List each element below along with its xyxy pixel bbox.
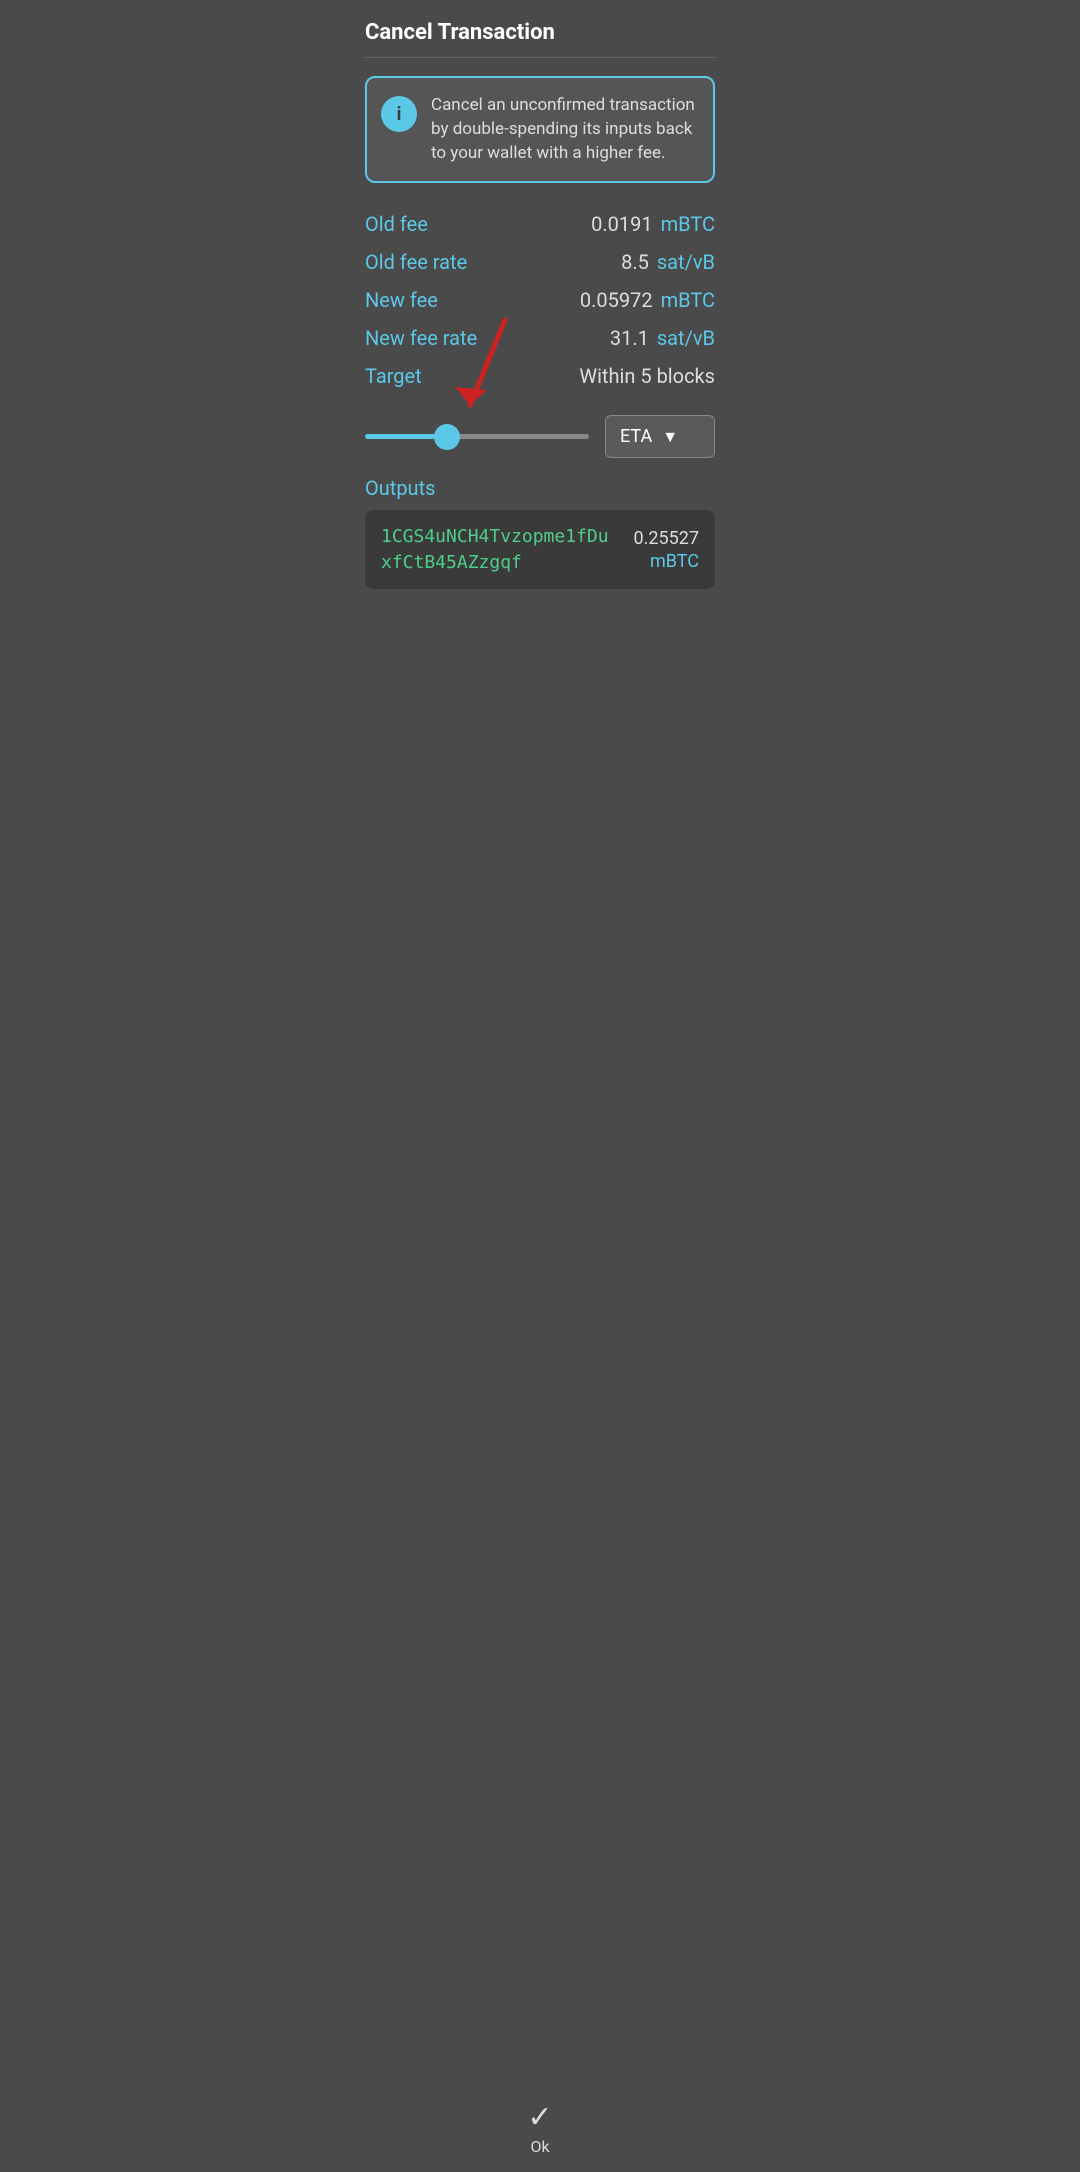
new-fee-amount: 0.05972 bbox=[580, 288, 653, 312]
page-container: Cancel Transaction i Cancel an unconfirm… bbox=[345, 0, 735, 870]
target-text: Within 5 blocks bbox=[579, 364, 715, 388]
output-address: 1CGS4uNCH4Tvzopme1fDuxfCtB45AZzgqf bbox=[381, 524, 624, 574]
output-value: 0.25527 bbox=[634, 528, 699, 549]
new-fee-rate-label: New fee rate bbox=[365, 326, 477, 350]
old-fee-amount: 0.0191 bbox=[591, 212, 652, 236]
info-icon: i bbox=[381, 96, 417, 132]
new-fee-rate-amount: 31.1 bbox=[610, 326, 649, 350]
outputs-section: Outputs 1CGS4uNCH4Tvzopme1fDuxfCtB45AZzg… bbox=[345, 466, 735, 588]
ok-label: Ok bbox=[530, 2137, 549, 2156]
output-box: 1CGS4uNCH4Tvzopme1fDuxfCtB45AZzgqf 0.255… bbox=[365, 510, 715, 588]
ok-section[interactable]: ✓ Ok bbox=[345, 2090, 735, 2172]
output-unit: mBTC bbox=[650, 551, 699, 572]
slider-section: ETA ▼ bbox=[345, 405, 735, 466]
old-fee-label: Old fee bbox=[365, 212, 428, 236]
info-text: Cancel an unconfirmed transaction by dou… bbox=[431, 94, 699, 165]
chevron-down-icon: ▼ bbox=[662, 427, 678, 447]
old-fee-unit: mBTC bbox=[661, 212, 715, 236]
target-label: Target bbox=[365, 364, 422, 388]
old-fee-rate-amount: 8.5 bbox=[621, 250, 649, 274]
output-amount: 0.25527 mBTC bbox=[634, 528, 699, 572]
checkmark-icon: ✓ bbox=[527, 2100, 552, 2135]
new-fee-value: 0.05972 mBTC bbox=[580, 288, 715, 312]
old-fee-value: 0.0191 mBTC bbox=[591, 212, 715, 236]
target-value: Within 5 blocks bbox=[579, 364, 715, 388]
fee-row-new-fee-rate: New fee rate 31.1 sat/vB bbox=[365, 319, 715, 357]
old-fee-rate-value: 8.5 sat/vB bbox=[621, 250, 715, 274]
new-fee-unit: mBTC bbox=[661, 288, 715, 312]
new-fee-rate-unit: sat/vB bbox=[657, 326, 715, 350]
fee-row-old-fee-rate: Old fee rate 8.5 sat/vB bbox=[365, 243, 715, 281]
fee-rate-slider[interactable] bbox=[365, 434, 589, 439]
new-fee-rate-value: 31.1 sat/vB bbox=[610, 326, 715, 350]
eta-dropdown-label: ETA bbox=[620, 426, 652, 447]
fee-row-target: Target Within 5 blocks bbox=[365, 357, 715, 395]
page-title: Cancel Transaction bbox=[365, 20, 715, 45]
fee-row-old-fee: Old fee 0.0191 mBTC bbox=[365, 205, 715, 243]
slider-row: ETA ▼ bbox=[365, 415, 715, 458]
fee-row-new-fee: New fee 0.05972 mBTC bbox=[365, 281, 715, 319]
fee-table: Old fee 0.0191 mBTC Old fee rate 8.5 sat… bbox=[345, 201, 735, 405]
slider-wrapper bbox=[365, 419, 589, 455]
slider-with-arrow: ETA ▼ bbox=[365, 415, 715, 458]
new-fee-label: New fee bbox=[365, 288, 438, 312]
header-divider bbox=[365, 57, 715, 58]
outputs-title: Outputs bbox=[365, 476, 715, 500]
old-fee-rate-label: Old fee rate bbox=[365, 250, 467, 274]
info-box: i Cancel an unconfirmed transaction by d… bbox=[365, 76, 715, 183]
header: Cancel Transaction bbox=[345, 0, 735, 57]
old-fee-rate-unit: sat/vB bbox=[657, 250, 715, 274]
eta-dropdown[interactable]: ETA ▼ bbox=[605, 415, 715, 458]
